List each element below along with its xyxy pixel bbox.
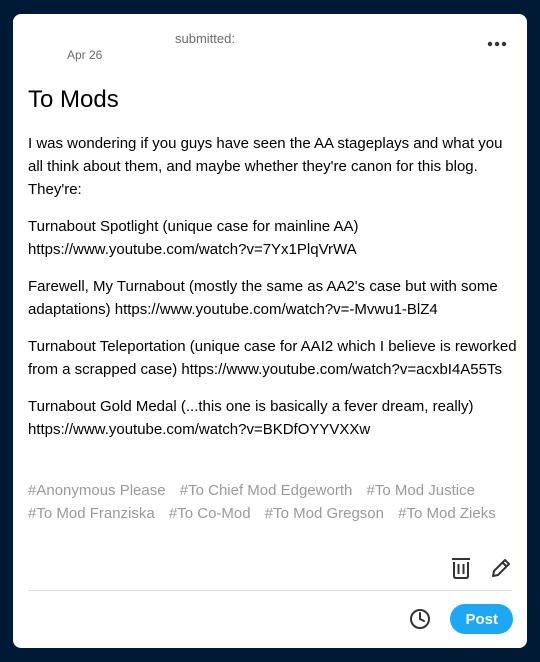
post-paragraph: I was wondering if you guys have seen th…	[28, 135, 503, 198]
post-paragraph: Turnabout Gold Medal (...this one is bas…	[28, 398, 474, 438]
trash-icon	[452, 558, 470, 579]
tag[interactable]: #To Mod Gregson	[265, 505, 384, 522]
tag[interactable]: #To Mod Justice	[367, 482, 475, 499]
more-horizontal-icon	[487, 41, 507, 47]
tag[interactable]: #To Mod Zieks	[398, 505, 496, 522]
post-footer: Post	[408, 604, 513, 634]
tag[interactable]: #Anonymous Please	[28, 482, 166, 499]
edit-button[interactable]	[489, 556, 513, 580]
tag[interactable]: #To Mod Franziska	[28, 505, 155, 522]
post-header: Apr 26 submitted:	[13, 14, 527, 84]
post-card: Apr 26 submitted: To Mods I was wonderin…	[13, 14, 527, 648]
post-title: To Mods	[28, 86, 119, 113]
post-body: I was wondering if you guys have seen th…	[28, 132, 518, 455]
pencil-icon	[492, 559, 510, 577]
more-options-button[interactable]	[485, 36, 509, 52]
tag[interactable]: #To Chief Mod Edgeworth	[180, 482, 353, 499]
delete-button[interactable]	[449, 556, 473, 580]
post-paragraph: Farewell, My Turnabout (mostly the same …	[28, 278, 498, 318]
clock-icon	[410, 609, 431, 629]
tag[interactable]: #To Co-Mod	[169, 505, 251, 522]
post-date: Apr 26	[67, 48, 103, 62]
divider	[28, 590, 512, 591]
schedule-button[interactable]	[408, 607, 432, 631]
post-paragraph: Turnabout Teleportation (unique case for…	[28, 338, 517, 378]
post-button[interactable]: Post	[450, 604, 513, 634]
tag-list: #Anonymous Please #To Chief Mod Edgewort…	[28, 479, 518, 525]
submitted-label: submitted:	[175, 31, 235, 46]
post-tools	[449, 556, 513, 580]
post-paragraph: Turnabout Spotlight (unique case for mai…	[28, 218, 359, 258]
